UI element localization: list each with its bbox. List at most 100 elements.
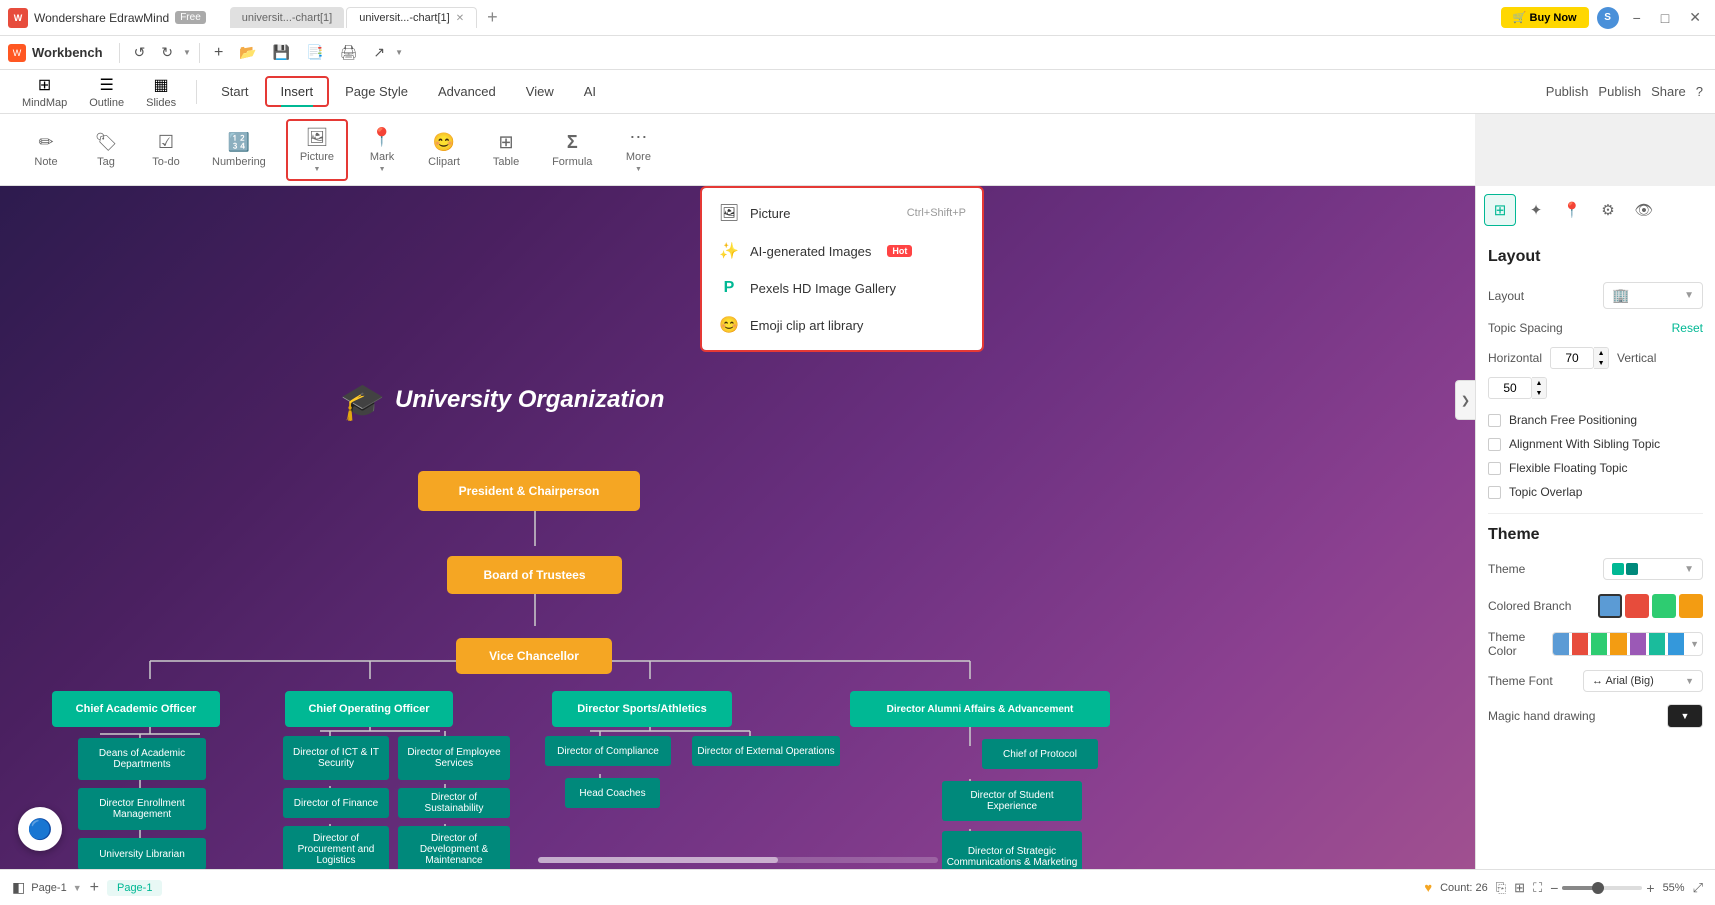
close-btn[interactable]: ✕: [1683, 9, 1707, 26]
checkbox-alignment[interactable]: Alignment With Sibling Topic: [1488, 437, 1703, 451]
minimize-btn[interactable]: −: [1627, 10, 1647, 26]
horiz-up-btn[interactable]: ▲: [1594, 348, 1608, 358]
buy-now-button[interactable]: 🛒 Buy Now: [1501, 7, 1589, 28]
zoom-slider-track[interactable]: [1562, 886, 1642, 890]
grid-icon[interactable]: ⊞: [1514, 880, 1525, 896]
maximize-btn[interactable]: □: [1655, 10, 1675, 26]
mindmap-view-btn[interactable]: ⊞ MindMap: [12, 71, 77, 113]
page-dropdown-arrow[interactable]: ▼: [73, 883, 82, 893]
checkbox-alignment-box[interactable]: [1488, 438, 1501, 451]
node-strategic[interactable]: Director of Strategic Communications & M…: [942, 831, 1082, 869]
expand-icon[interactable]: ⛶: [1533, 880, 1542, 896]
clipart-tool[interactable]: 😊 Clipart: [416, 126, 472, 174]
rpanel-layout-tab[interactable]: ⊞: [1484, 194, 1516, 226]
menu-start[interactable]: Start: [207, 78, 262, 105]
menu-advanced[interactable]: Advanced: [424, 78, 510, 105]
more-tool[interactable]: ⋯ More ▼: [612, 121, 664, 179]
picture-tool[interactable]: 🖼 Picture ▼: [286, 119, 348, 181]
theme-font-select[interactable]: ↔ Arial (Big) ▼: [1583, 670, 1703, 692]
menu-view[interactable]: View: [512, 78, 568, 105]
fullscreen-icon[interactable]: ⤢: [1693, 880, 1703, 896]
node-deans[interactable]: Deans of Academic Departments: [78, 738, 206, 780]
zoom-slider-thumb[interactable]: [1592, 882, 1604, 894]
node-student-exp[interactable]: Director of Student Experience: [942, 781, 1082, 821]
horiz-down-btn[interactable]: ▼: [1594, 358, 1608, 368]
vertical-input[interactable]: [1488, 377, 1532, 399]
rpanel-gear-tab[interactable]: ⚙: [1592, 194, 1624, 226]
dropdown-emoji[interactable]: 😊 Emoji clip art library: [702, 306, 982, 344]
menu-insert[interactable]: Insert: [265, 76, 330, 107]
share-btn[interactable]: Share: [1651, 84, 1686, 99]
vert-down-btn[interactable]: ▼: [1532, 388, 1546, 398]
print-btn[interactable]: 🖨: [334, 41, 364, 64]
zoom-minus-btn[interactable]: −: [1550, 880, 1558, 896]
title-tab-2[interactable]: universit...-chart[1] ✕: [346, 7, 477, 28]
slides-btn[interactable]: 📑: [300, 41, 329, 64]
checkbox-flexible-box[interactable]: [1488, 462, 1501, 475]
save-btn[interactable]: 💾: [267, 41, 296, 64]
node-development[interactable]: Director of Development & Maintenance: [398, 826, 510, 869]
vert-up-btn[interactable]: ▲: [1532, 378, 1546, 388]
node-employee[interactable]: Director of Employee Services: [398, 736, 510, 780]
checkbox-branch-free[interactable]: Branch Free Positioning: [1488, 413, 1703, 427]
undo-arrow[interactable]: ▼: [183, 48, 191, 57]
todo-tool[interactable]: ☑ To-do: [140, 126, 192, 174]
node-compliance[interactable]: Director of Compliance: [545, 736, 671, 766]
node-academic[interactable]: Chief Academic Officer: [52, 691, 220, 727]
toolbar-more-arrow[interactable]: ▼: [395, 48, 403, 57]
checkbox-overlap-box[interactable]: [1488, 486, 1501, 499]
node-operating[interactable]: Chief Operating Officer: [285, 691, 453, 727]
mark-tool[interactable]: 📍 Mark ▼: [356, 121, 408, 179]
redo-btn[interactable]: ↻: [155, 41, 179, 64]
node-alumni[interactable]: Director Alumni Affairs & Advancement: [850, 691, 1110, 727]
collapse-icon[interactable]: ◧: [12, 879, 25, 896]
checkbox-flexible[interactable]: Flexible Floating Topic: [1488, 461, 1703, 475]
note-tool[interactable]: ✏ Note: [20, 126, 72, 174]
checkbox-overlap[interactable]: Topic Overlap: [1488, 485, 1703, 499]
magic-drawing-color[interactable]: ▼: [1667, 704, 1703, 728]
node-protocol[interactable]: Chief of Protocol: [982, 739, 1098, 769]
outline-view-btn[interactable]: ☰ Outline: [79, 71, 134, 113]
dropdown-pexels[interactable]: P Pexels HD Image Gallery: [702, 270, 982, 306]
vertical-spinner[interactable]: ▲ ▼: [1532, 377, 1547, 399]
dropdown-ai-images[interactable]: ✨ AI-generated Images Hot: [702, 232, 982, 270]
node-sports[interactable]: Director Sports/Athletics: [552, 691, 732, 727]
node-vice-chancellor[interactable]: Vice Chancellor: [456, 638, 612, 674]
node-head-coaches[interactable]: Head Coaches: [565, 778, 660, 808]
dropdown-picture[interactable]: 🖼 Picture Ctrl+Shift+P: [702, 194, 982, 232]
export-btn[interactable]: ↗: [367, 41, 391, 64]
add-page-btn[interactable]: +: [90, 879, 99, 897]
rpanel-magic-tab[interactable]: ✦: [1520, 194, 1552, 226]
new-file-btn[interactable]: +: [208, 41, 229, 65]
layout-select[interactable]: 🏢 ▼: [1603, 282, 1703, 309]
node-finance[interactable]: Director of Finance: [283, 788, 389, 818]
theme-select[interactable]: ▼: [1603, 558, 1703, 580]
copy-icon[interactable]: ⎘: [1496, 880, 1506, 896]
horizontal-input[interactable]: [1550, 347, 1594, 369]
node-sustainability[interactable]: Director of Sustainability: [398, 788, 510, 818]
horizontal-spinner[interactable]: ▲ ▼: [1594, 347, 1609, 369]
menu-page-style[interactable]: Page Style: [331, 78, 422, 105]
swatch-2[interactable]: [1625, 594, 1649, 618]
user-avatar[interactable]: S: [1597, 7, 1619, 29]
undo-btn[interactable]: ↺: [128, 41, 152, 64]
numbering-tool[interactable]: 🔢 Numbering: [200, 126, 278, 174]
page-tag[interactable]: Page-1: [107, 880, 162, 896]
node-enrollment[interactable]: Director Enrollment Management: [78, 788, 206, 830]
zoom-plus-btn[interactable]: +: [1646, 880, 1654, 896]
rpanel-pin-tab[interactable]: 📍: [1556, 194, 1588, 226]
theme-color-select[interactable]: ▼: [1552, 632, 1703, 656]
publish-btn[interactable]: Publish: [1546, 84, 1589, 99]
menu-ai[interactable]: AI: [570, 78, 610, 105]
slides-view-btn[interactable]: ▦ Slides: [136, 71, 186, 113]
rpanel-eye-tab[interactable]: 👁: [1628, 194, 1660, 226]
open-file-btn[interactable]: 📂: [233, 41, 262, 64]
tab2-close[interactable]: ✕: [456, 13, 464, 24]
formula-tool[interactable]: Σ Formula: [540, 126, 604, 174]
title-tab-1[interactable]: universit...-chart[1]: [230, 7, 344, 28]
swatch-1[interactable]: [1598, 594, 1622, 618]
node-ict[interactable]: Director of ICT & IT Security: [283, 736, 389, 780]
swatch-4[interactable]: [1679, 594, 1703, 618]
reset-btn[interactable]: Reset: [1672, 321, 1703, 335]
node-librarian[interactable]: University Librarian: [78, 838, 206, 869]
